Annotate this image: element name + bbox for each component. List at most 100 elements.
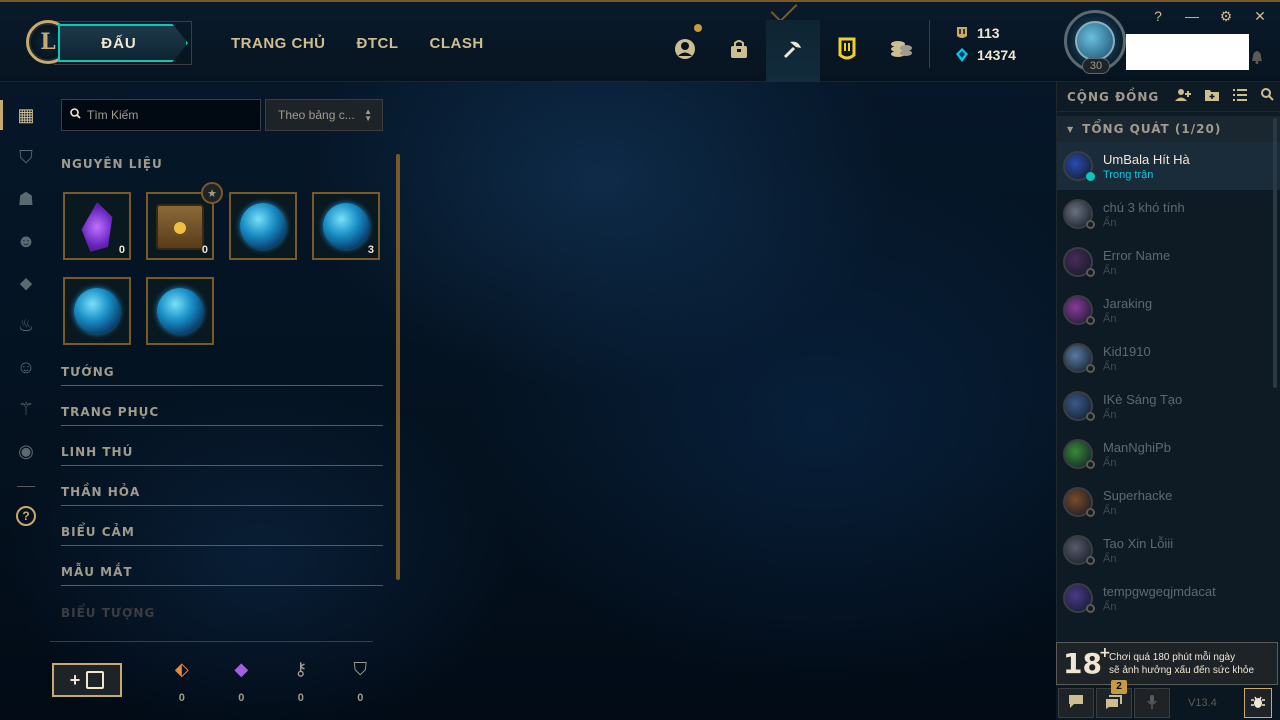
friend-status: Ẩn [1103,456,1117,469]
chat-button[interactable] [1058,688,1094,718]
friend-info: UmBala Hít Hà Trong trận [1103,152,1190,181]
key-counter: ⚷ 0 [271,658,331,704]
play-button[interactable]: ĐẤU [58,24,188,62]
currency-button[interactable] [874,20,928,82]
category-pets[interactable]: LINH THÚ [61,426,383,466]
sidebar-item-loot-grid[interactable]: ▦ [0,94,52,136]
key-counter: ⬖ 0 [152,658,212,704]
list-icon[interactable] [1233,88,1248,105]
friend-row[interactable]: Error Name Ẩn [1057,238,1280,286]
nav-clash[interactable]: CLASH [430,35,484,52]
loot-tile-orb[interactable] [146,277,214,345]
tree-icon: ⚚ [17,398,35,419]
friend-row[interactable]: ManNghiPb Ẩn [1057,430,1280,478]
age-warning-line1: Chơi quá 180 phút mỗi ngày [1109,651,1236,663]
age-rating: 18 + [1057,645,1111,680]
friend-row[interactable]: chú 3 khó tính Ẩn [1057,190,1280,238]
header-divider [929,20,930,68]
grid-icon: ▦ [17,104,35,125]
friend-row[interactable]: tempgwgeqjmdacat Ẩn [1057,574,1280,622]
sort-dropdown[interactable]: Theo bảng c... ▲ ▼ [265,99,383,131]
friend-avatar [1063,487,1095,517]
sidebar-item-icons[interactable]: ◉ [0,430,52,472]
sidebar-item-champions[interactable]: ☗ [0,178,52,220]
currency-display[interactable]: 113 14374 [955,22,1016,66]
voice-button[interactable] [1134,688,1170,718]
category-emotes[interactable]: BIỂU CẢM [61,506,383,546]
friend-avatar [1063,247,1095,277]
bell-icon[interactable] [1251,50,1263,67]
friend-list-scrollbar[interactable] [1273,118,1277,388]
status-dot-icon [1086,412,1095,421]
blue-essence-orb-icon [157,288,203,334]
loot-button[interactable] [766,20,820,82]
age-warning-line2: sẽ ảnh hưởng xấu đến sức khỏe [1109,664,1255,676]
friend-group-header[interactable]: ▼ TỔNG QUÁT (1/20) [1057,116,1280,142]
category-ward-skins[interactable]: MẪU MẮT [61,546,383,586]
friend-status: Ẩn [1103,312,1117,325]
sidebar-item-emotes[interactable]: ☺ [0,346,52,388]
friend-name: Kid1910 [1103,343,1151,359]
social-header: CỘNG ĐỒNG [1057,82,1280,112]
category-spells[interactable]: THẦN HỎA [61,466,383,506]
profile-icon [674,38,696,65]
sidebar-item-chests[interactable]: ⛉ [0,136,52,178]
category-icons[interactable]: BIỂU TƯỢNG [61,586,383,626]
loot-tile-chest[interactable]: 0 [146,192,214,260]
category-champions[interactable]: TƯỚNG [61,362,383,386]
add-folder-icon[interactable] [1205,88,1220,105]
sidebar-item-skins[interactable]: ☻ [0,220,52,262]
add-friend-icon[interactable] [1175,88,1192,105]
bottom-separator [50,641,373,642]
loot-tile-orb[interactable]: 3 [312,192,380,260]
friend-name: IKè Sáng Tạo [1103,391,1183,407]
social-search-icon[interactable] [1261,88,1274,105]
store-button[interactable] [712,20,766,82]
main-nav: TRANG CHỦ ĐTCL CLASH [231,35,484,52]
nav-tft[interactable]: ĐTCL [357,35,399,52]
microphone-icon [1147,694,1157,712]
friend-name: tempgwgeqjmdacat [1103,583,1216,599]
close-icon[interactable]: ✕ [1252,8,1268,25]
profile-button[interactable] [658,20,712,82]
search-box[interactable] [61,99,261,131]
collection-button[interactable] [820,20,874,82]
key-counter: ⛉ 0 [331,658,391,704]
messages-badge: 2 [1111,680,1127,694]
plus-label: + [69,669,81,690]
sidebar-item-spells[interactable]: ♨ [0,304,52,346]
loot-scrollbar[interactable] [396,154,400,580]
search-input[interactable] [87,108,247,122]
help-window-icon[interactable]: ? [1150,8,1166,25]
bug-report-button[interactable] [1244,688,1272,718]
settings-gear-icon[interactable]: ⚙ [1218,8,1234,25]
window-controls: ? — ⚙ ✕ [1150,8,1268,25]
nav-home[interactable]: TRANG CHỦ [231,35,326,52]
collection-icon [836,37,858,66]
sidebar-item-help[interactable]: ? [0,501,52,531]
friend-row[interactable]: Superhacke Ẩn [1057,478,1280,526]
blue-essence-icon [955,48,969,62]
category-skins[interactable]: TRANG PHỤC [61,386,383,426]
loot-tile-orb[interactable] [63,277,131,345]
friend-row[interactable]: Tao Xin Lỗiii Ẩn [1057,526,1280,574]
friend-name: Error Name [1103,247,1171,263]
messages-button[interactable]: 2 [1096,680,1132,718]
loot-category-list: TƯỚNG TRANG PHỤC LINH THÚ THẦN HỎA BIỂU … [61,362,383,626]
friend-row[interactable]: IKè Sáng Tạo Ẩn [1057,382,1280,430]
sidebar-separator [17,486,35,487]
friend-row[interactable]: UmBala Hít Hà Trong trận [1057,142,1280,190]
currency-stack-icon [889,38,913,65]
minimize-icon[interactable]: — [1184,8,1200,25]
friend-row[interactable]: Kid1910 Ẩn [1057,334,1280,382]
chest-outline-icon [86,671,105,689]
friend-avatar [1063,535,1095,565]
friend-avatar [1063,583,1095,613]
loot-tile-shard[interactable]: 0 [63,192,131,260]
craft-key-button[interactable]: + [52,663,122,697]
rp-value: 113 [977,25,1000,41]
loot-tile-orb[interactable] [229,192,297,260]
sidebar-item-runes[interactable]: ⚚ [0,388,52,430]
friend-row[interactable]: Jaraking Ẩn [1057,286,1280,334]
sidebar-item-wards[interactable]: ⬥ [0,262,52,304]
